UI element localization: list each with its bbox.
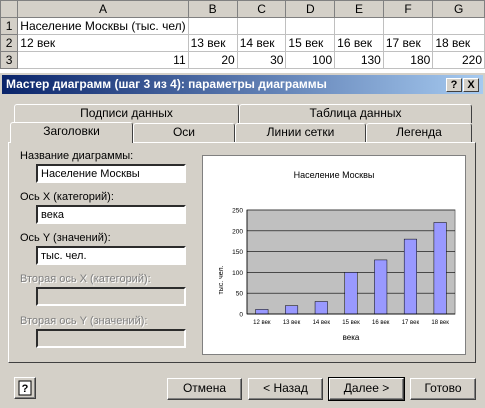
secondary-x-axis-label: Вторая ось X (категорий): [20,273,151,285]
sheet-cell[interactable] [187,17,238,35]
chart-y-tick-label: 200 [232,228,243,235]
select-all-corner[interactable] [0,0,19,18]
chart-x-tick-label: 15 век [342,320,360,326]
chart-plot-area: 0 50 100 150 200 250 12 век 13 век 14 век 15 век 1… [232,208,456,326]
tab-titles[interactable]: Заголовки [10,122,133,143]
sheet-cell[interactable] [334,17,384,35]
next-button[interactable]: Далее > [328,377,405,401]
chart-bar [433,222,447,315]
help-button[interactable]: ? [14,377,36,399]
column-header[interactable]: E [334,0,384,18]
column-header[interactable]: C [236,0,287,18]
column-header[interactable]: A [17,0,189,18]
chart-y-tick-label: 100 [232,270,243,277]
chart-x-tick-label: 17 век [402,320,420,326]
chart-title-label: Название диаграммы: [20,150,134,162]
column-header[interactable]: G [432,0,485,18]
x-axis-label: Ось X (категорий): [20,191,114,203]
sheet-cell[interactable]: 17 век [382,34,434,52]
chart-title-input[interactable]: Население Москвы [36,164,186,183]
sheet-cell[interactable]: 180 [382,51,434,69]
chart-y-tick-label: 150 [232,249,243,256]
cancel-button[interactable]: Отмена [167,378,242,400]
sheet-cell[interactable] [382,17,434,35]
tab-legend[interactable]: Легенда [366,123,472,142]
sheet-cell[interactable]: Население Москвы (тыс. чел) [17,17,189,35]
row-header[interactable]: 1 [0,17,19,35]
y-axis-label: Ось Y (значений): [20,232,111,244]
tab-axes[interactable]: Оси [133,123,235,142]
sheet-cell[interactable]: 15 век [285,34,336,52]
help-icon: ? [18,380,32,396]
chart-y-tick-label: 50 [236,291,244,298]
column-header[interactable]: F [382,0,434,18]
row-header[interactable]: 3 [0,51,19,69]
finish-button[interactable]: Готово [410,378,476,400]
tab-gridlines[interactable]: Линии сетки [235,123,366,142]
column-header[interactable]: D [285,0,336,18]
sheet-cell[interactable]: 13 век [187,34,238,52]
sheet-cell[interactable] [285,17,336,35]
dialog-titlebar[interactable]: Мастер диаграмм (шаг 3 из 4): параметры … [2,75,483,94]
column-header[interactable]: B [187,0,238,18]
chart-x-tick-label: 16 век [372,320,390,326]
secondary-x-axis-input [36,287,186,306]
tab-data-labels[interactable]: Подписи данных [14,104,239,123]
sheet-cell[interactable]: 130 [334,51,384,69]
secondary-y-axis-label: Вторая ось Y (значений): [20,315,148,327]
sheet-cell[interactable]: 12 век [17,34,189,52]
chart-preview: Население Москвы века тыс. чел. 0 50 100 15… [202,155,466,355]
chart-bar [255,309,269,315]
chart-title: Население Москвы [294,170,375,180]
x-axis-input[interactable]: века [36,205,186,224]
sheet-cell[interactable]: 220 [432,51,485,69]
help-title-button[interactable]: ? [446,78,462,92]
chart-bar [403,238,417,315]
sheet-cell[interactable]: 14 век [236,34,287,52]
close-button[interactable]: X [463,78,479,92]
chart-y-axis-title: тыс. чел. [218,265,225,294]
secondary-y-axis-input [36,329,186,348]
chart-bar [314,301,328,315]
chart-bar [374,259,388,315]
chart-svg: Население Москвы века тыс. чел. 0 50 100 15… [218,170,456,342]
svg-text:?: ? [22,383,29,395]
chart-x-tick-label: 12 век [253,320,271,326]
chart-y-tick-label: 0 [239,312,243,319]
chart-y-tick-label: 250 [232,208,243,215]
chart-x-tick-label: 13 век [283,320,301,326]
chart-bar [285,305,299,315]
chart-x-tick-label: 18 век [431,320,449,326]
sheet-cell[interactable]: 11 [17,51,189,69]
sheet-cell[interactable] [236,17,287,35]
sheet-cell[interactable] [432,17,485,35]
y-axis-input[interactable]: тыс. чел. [36,246,186,265]
dialog-title: Мастер диаграмм (шаг 3 из 4): параметры … [6,77,327,91]
sheet-cell[interactable]: 18 век [432,34,485,52]
back-button[interactable]: < Назад [248,378,323,400]
chart-x-tick-label: 14 век [313,320,331,326]
tab-data-table[interactable]: Таблица данных [239,104,472,123]
chart-wizard-dialog: Мастер диаграмм (шаг 3 из 4): параметры … [0,72,485,408]
sheet-cell[interactable]: 16 век [334,34,384,52]
chart-x-axis-title: века [343,333,360,342]
chart-bar [344,272,358,315]
sheet-cell[interactable]: 30 [236,51,287,69]
row-header[interactable]: 2 [0,34,19,52]
sheet-cell[interactable]: 20 [187,51,238,69]
sheet-cell[interactable]: 100 [285,51,336,69]
spreadsheet: A B C D E F G 1 Население Москвы (тыс. ч… [0,0,485,72]
